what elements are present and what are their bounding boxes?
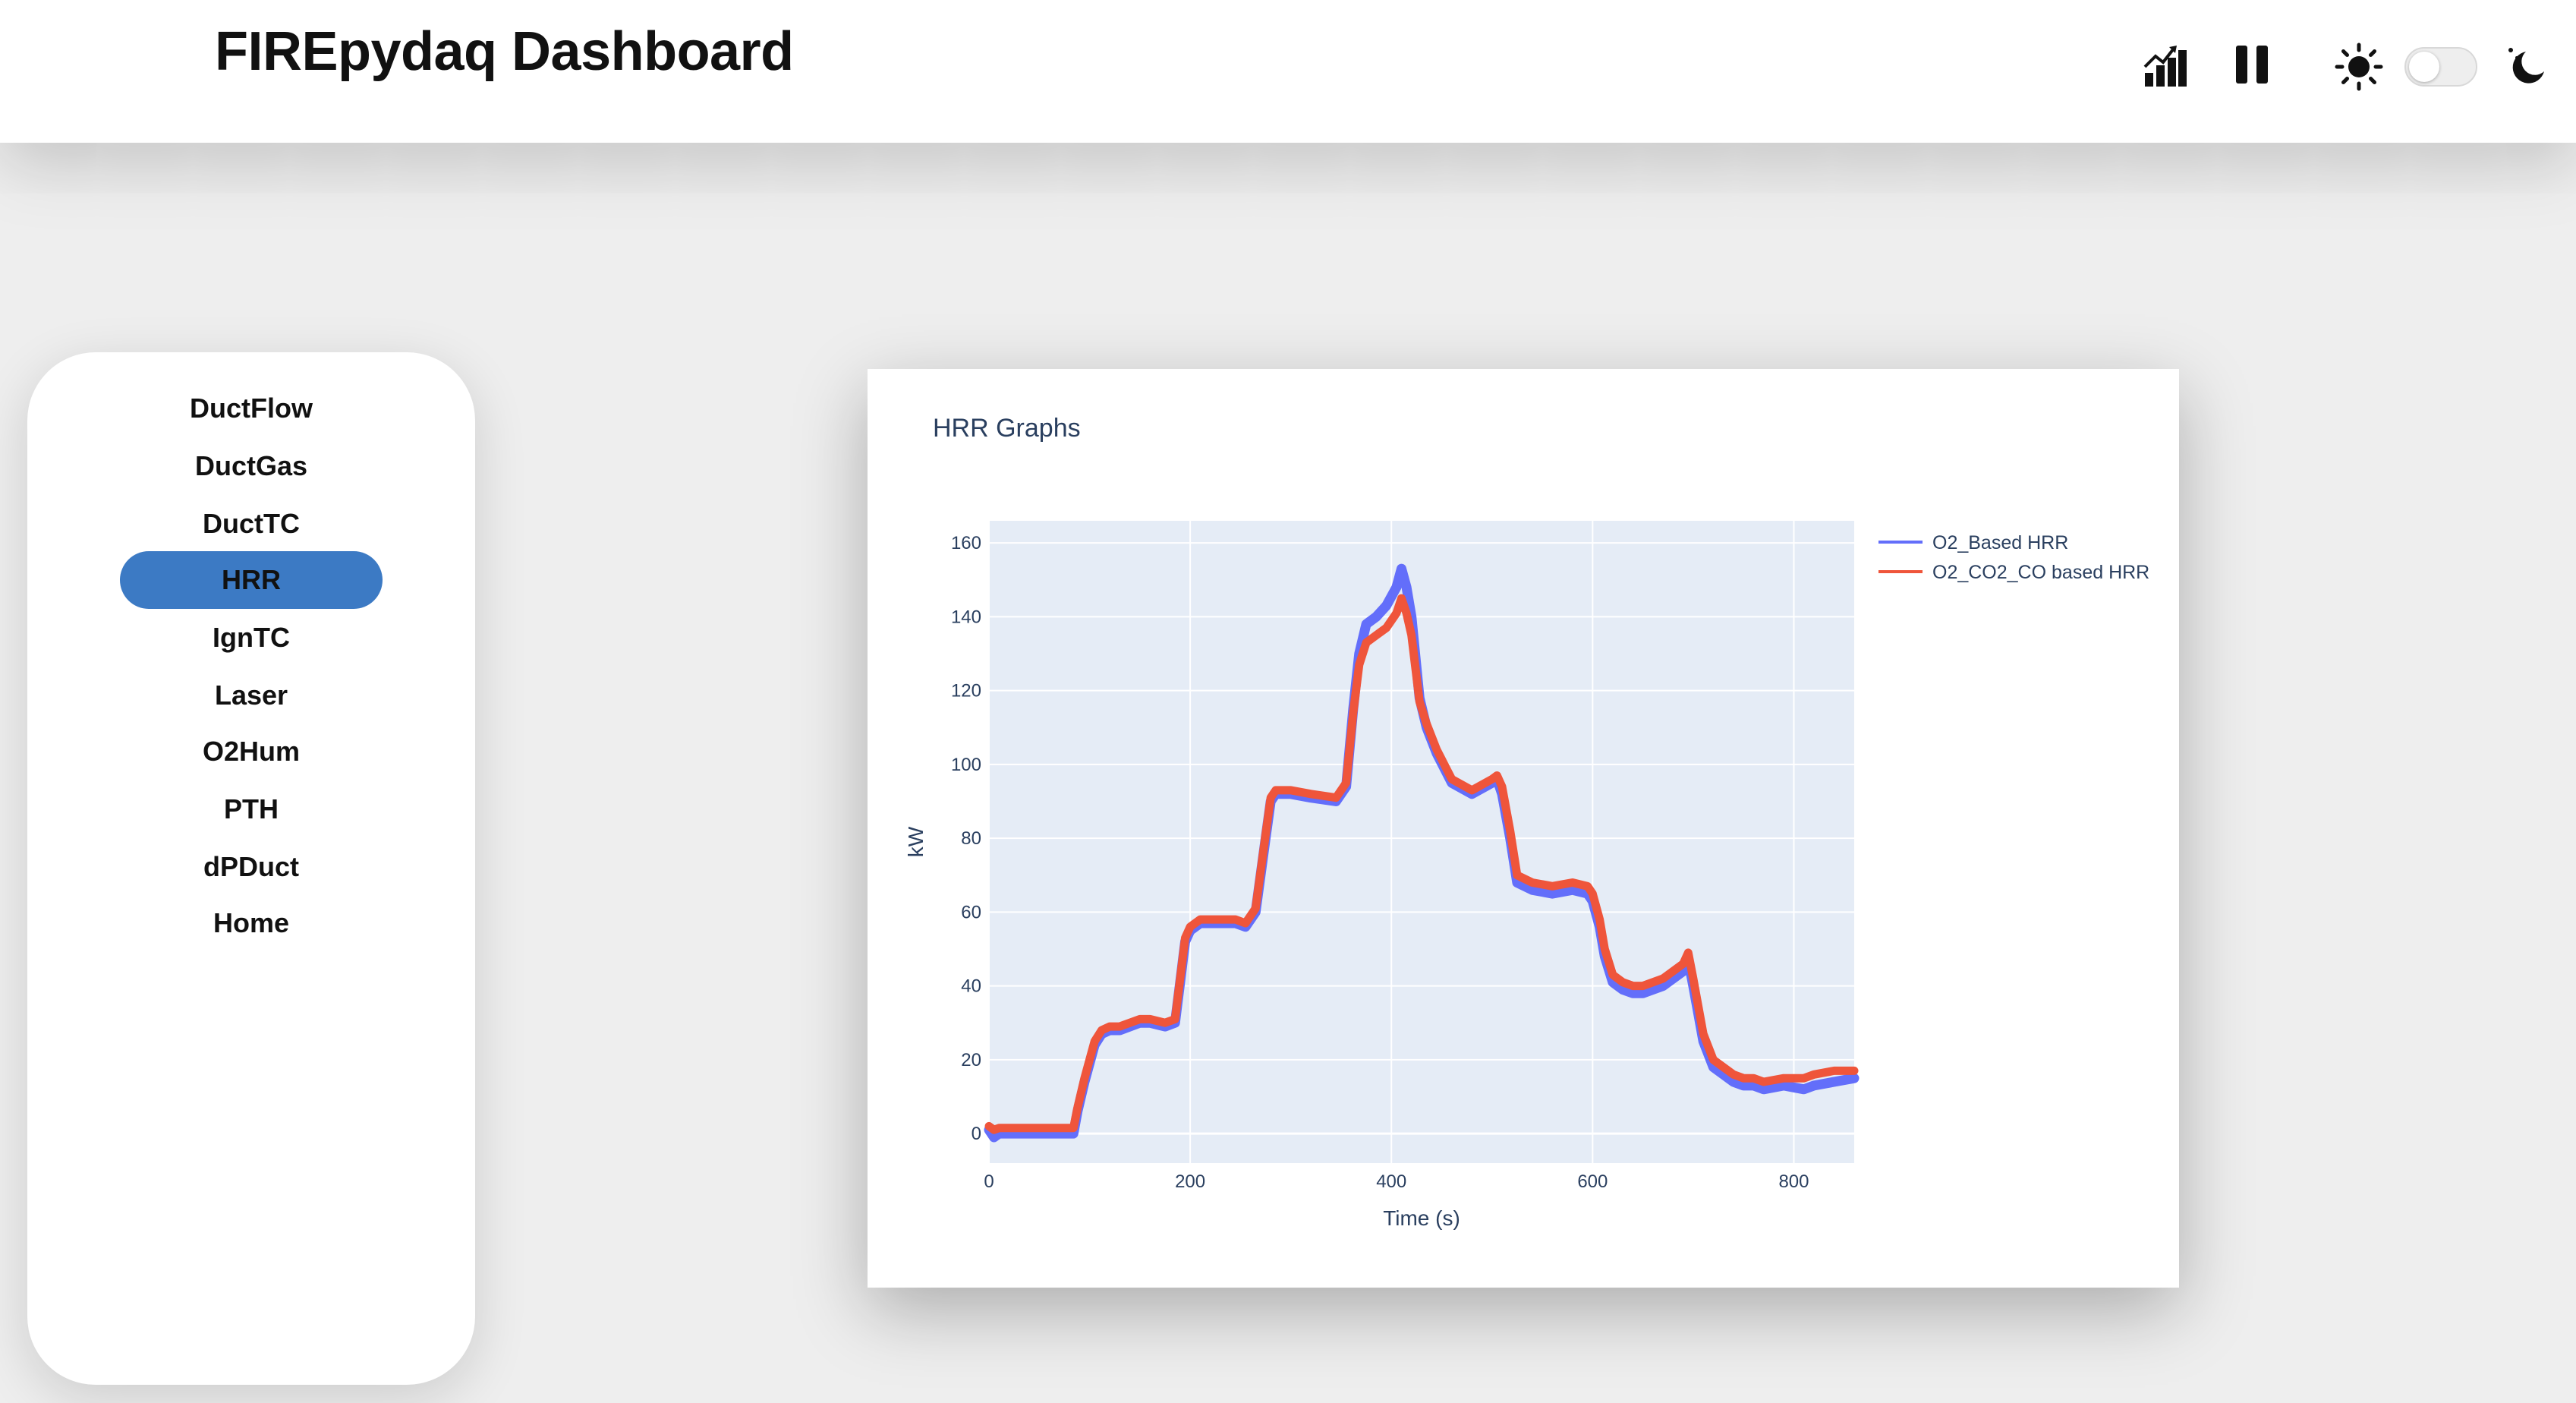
- x-tick-label: 800: [1778, 1171, 1809, 1192]
- x-tick-label: 0: [984, 1171, 994, 1192]
- hrr-chart[interactable]: HRR Graphs 0 200 400 600 800 0 20 40 60 80 100 120 1…: [868, 369, 2179, 1288]
- sidebar-item-ductflow[interactable]: DuctFlow: [120, 380, 383, 437]
- y-tick-label: 80: [961, 828, 981, 849]
- x-axis-label: Time (s): [1383, 1206, 1460, 1230]
- sidebar-item-hrr[interactable]: HRR: [120, 551, 383, 609]
- y-tick-label: 140: [951, 607, 981, 627]
- y-tick-label: 20: [961, 1050, 981, 1070]
- sun-icon: [2335, 43, 2383, 91]
- x-tick-label: 600: [1577, 1171, 1608, 1192]
- chart-title: HRR Graphs: [933, 414, 1081, 443]
- sidebar-item-ducttc[interactable]: DuctTC: [120, 495, 383, 553]
- legend-label-o2-co2-co[interactable]: O2_CO2_CO based HRR: [1932, 562, 2149, 583]
- bar-chart-icon[interactable]: [2143, 44, 2187, 88]
- app-title: FIREpydaq Dashboard: [215, 21, 794, 82]
- x-tick-label: 200: [1175, 1171, 1205, 1192]
- app-header: FIREpydaq Dashboard: [0, 0, 2576, 143]
- pause-icon[interactable]: [2234, 44, 2272, 87]
- legend: O2_Based HRR O2_CO2_CO based HRR: [1878, 532, 2149, 583]
- y-tick-label: 120: [951, 681, 981, 702]
- y-tick-label: 40: [961, 976, 981, 997]
- sidebar-item-dpduct[interactable]: dPDuct: [120, 838, 383, 896]
- y-tick-label: 60: [961, 902, 981, 922]
- y-tick-label: 100: [951, 755, 981, 775]
- moon-icon: [2508, 48, 2544, 84]
- sidebar-item-pth[interactable]: PTH: [120, 780, 383, 838]
- sidebar-item-o2hum[interactable]: O2Hum: [120, 723, 383, 780]
- sidebar-item-ductgas[interactable]: DuctGas: [120, 437, 383, 495]
- sidebar: DuctFlow DuctGas DuctTC HRR IgnTC Laser …: [27, 352, 475, 1385]
- sidebar-item-laser[interactable]: Laser: [120, 667, 383, 724]
- y-axis-label: kW: [904, 826, 927, 857]
- hrr-chart-card: HRR Graphs 0 200 400 600 800 0 20 40 60 80 100 120 1…: [868, 369, 2179, 1288]
- theme-toggle[interactable]: [2404, 47, 2477, 87]
- y-tick-label: 160: [951, 533, 981, 553]
- legend-label-o2[interactable]: O2_Based HRR: [1932, 532, 2068, 553]
- sidebar-item-igntc[interactable]: IgnTC: [120, 609, 383, 667]
- x-tick-label: 400: [1376, 1171, 1406, 1192]
- sidebar-item-home[interactable]: Home: [120, 894, 383, 952]
- toggle-knob: [2409, 52, 2439, 82]
- y-tick-label: 0: [972, 1124, 981, 1144]
